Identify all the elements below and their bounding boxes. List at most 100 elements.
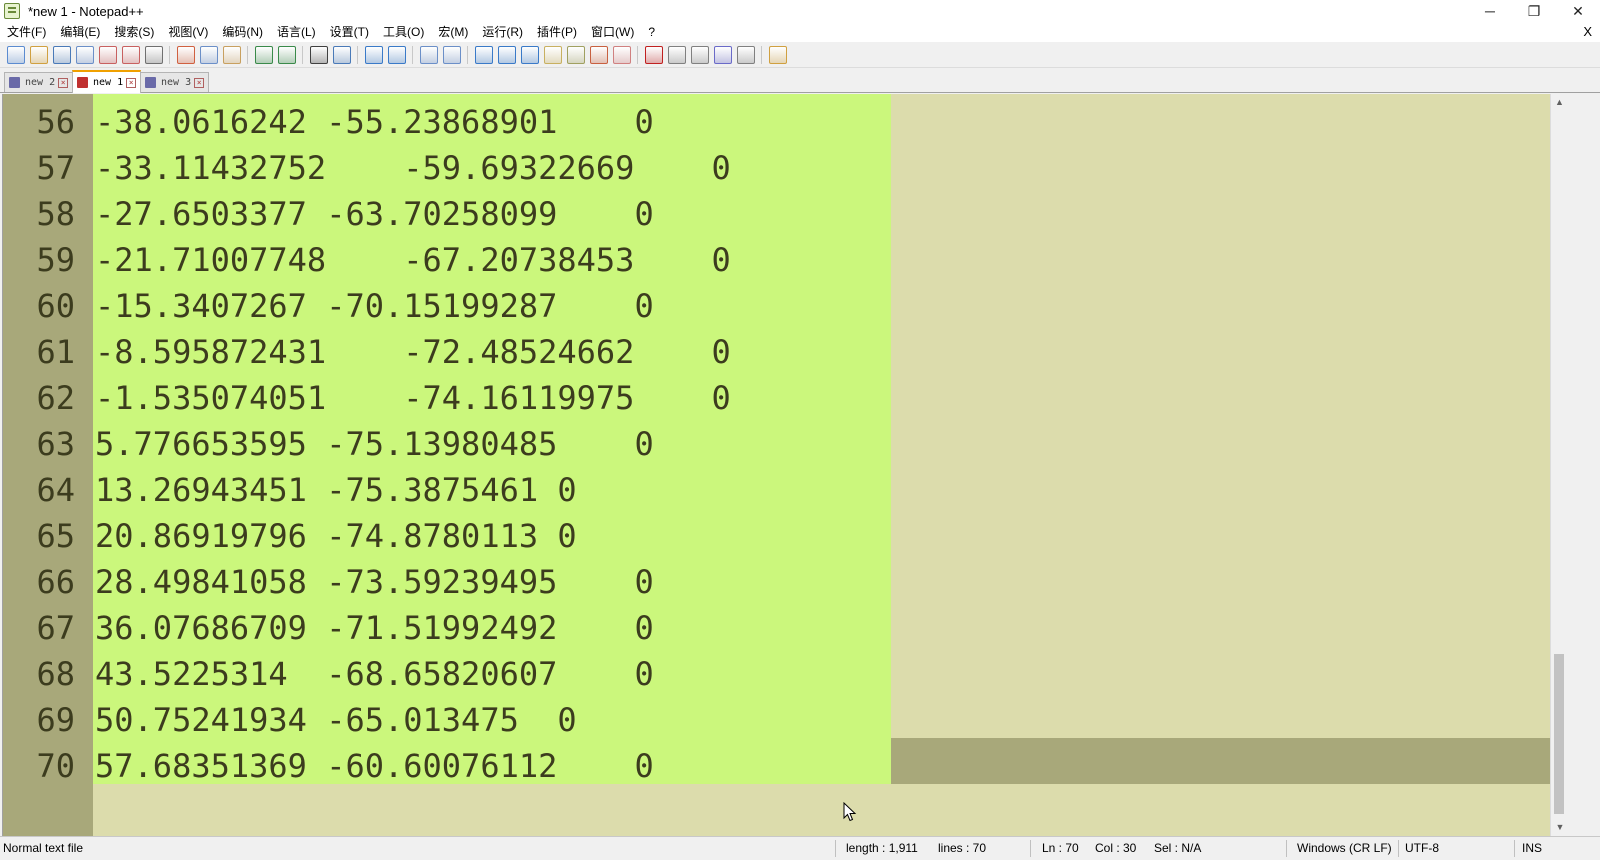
code-line[interactable]: -15.3407267 -70.15199287 0 xyxy=(95,283,731,329)
word-wrap-icon[interactable] xyxy=(474,45,493,64)
menu-file[interactable]: 文件(F) xyxy=(0,22,53,42)
function-list-icon[interactable] xyxy=(566,45,585,64)
menu-edit[interactable]: 编辑(E) xyxy=(53,22,107,42)
line-number[interactable]: 63 xyxy=(3,421,79,467)
line-number[interactable]: 67 xyxy=(3,605,79,651)
line-number[interactable]: 64 xyxy=(3,467,79,513)
code-line[interactable]: -8.595872431 -72.48524662 0 xyxy=(95,329,731,375)
vertical-scrollbar[interactable]: ▲ ▼ xyxy=(1550,94,1568,836)
minimize-button[interactable]: ─ xyxy=(1468,0,1512,22)
line-number[interactable]: 56 xyxy=(3,99,79,145)
menu-encoding[interactable]: 编码(N) xyxy=(215,22,270,42)
line-number[interactable]: 58 xyxy=(3,191,79,237)
show-all-chars-icon[interactable] xyxy=(497,45,516,64)
menu-help[interactable]: ? xyxy=(641,22,662,42)
plugin-icon[interactable] xyxy=(768,45,787,64)
macro-save-icon[interactable] xyxy=(736,45,755,64)
redo-icon[interactable] xyxy=(277,45,296,64)
scroll-down-icon[interactable]: ▼ xyxy=(1551,819,1569,836)
close-document-button[interactable]: X xyxy=(1583,22,1592,42)
line-number[interactable]: 59 xyxy=(3,237,79,283)
menu-bar: 文件(F) 编辑(E) 搜索(S) 视图(V) 编码(N) 语言(L) 设置(T… xyxy=(0,22,1600,42)
line-number[interactable]: 68 xyxy=(3,651,79,697)
code-line[interactable]: 5.776653595 -75.13980485 0 xyxy=(95,421,731,467)
open-file-icon[interactable] xyxy=(29,45,48,64)
paste-icon[interactable] xyxy=(222,45,241,64)
toolbar-separator xyxy=(637,45,638,64)
undo-icon[interactable] xyxy=(254,45,273,64)
macro-stop-icon[interactable] xyxy=(667,45,686,64)
scroll-thumb[interactable] xyxy=(1554,654,1564,814)
close-window-button[interactable]: ✕ xyxy=(1556,0,1600,22)
toolbar-separator xyxy=(467,45,468,64)
line-number[interactable]: 61 xyxy=(3,329,79,375)
save-icon[interactable] xyxy=(52,45,71,64)
tab-label: new 3 xyxy=(161,77,192,88)
print-icon[interactable] xyxy=(144,45,163,64)
document-map-icon[interactable] xyxy=(543,45,562,64)
status-eol[interactable]: Windows (CR LF) xyxy=(1297,837,1392,860)
tab-close-icon[interactable]: × xyxy=(126,77,137,88)
new-file-icon[interactable] xyxy=(6,45,25,64)
status-sel: Sel : N/A xyxy=(1154,841,1202,855)
menu-plugins[interactable]: 插件(P) xyxy=(530,22,584,42)
line-number[interactable]: 60 xyxy=(3,283,79,329)
macro-record-icon[interactable] xyxy=(644,45,663,64)
code-line[interactable]: -21.71007748 -67.20738453 0 xyxy=(95,237,731,283)
sync-horizontal-icon[interactable] xyxy=(442,45,461,64)
restore-button[interactable]: ❐ xyxy=(1512,0,1556,22)
code-line[interactable]: -1.535074051 -74.16119975 0 xyxy=(95,375,731,421)
status-divider xyxy=(1398,840,1399,857)
macro-run-multiple-icon[interactable] xyxy=(713,45,732,64)
menu-settings[interactable]: 设置(T) xyxy=(323,22,376,42)
toolbar-separator xyxy=(169,45,170,64)
cut-icon[interactable] xyxy=(176,45,195,64)
find-icon[interactable] xyxy=(309,45,328,64)
line-number[interactable]: 66 xyxy=(3,559,79,605)
scroll-up-icon[interactable]: ▲ xyxy=(1551,94,1568,111)
monitoring-icon[interactable] xyxy=(612,45,631,64)
save-all-icon[interactable] xyxy=(75,45,94,64)
sync-vertical-icon[interactable] xyxy=(419,45,438,64)
menu-run[interactable]: 运行(R) xyxy=(475,22,530,42)
tab-new-1[interactable]: new 1 × xyxy=(72,70,142,93)
code-line[interactable]: 20.86919796 -74.8780113 0 xyxy=(95,513,731,559)
replace-icon[interactable] xyxy=(332,45,351,64)
tab-new-3[interactable]: new 3 × xyxy=(140,72,210,92)
code-lines[interactable]: -38.0616242 -55.23868901 0 -33.11432752 -… xyxy=(95,99,731,789)
menu-view[interactable]: 视图(V) xyxy=(161,22,215,42)
code-line[interactable]: -33.11432752 -59.69322669 0 xyxy=(95,145,731,191)
line-number[interactable]: 69 xyxy=(3,697,79,743)
code-line[interactable]: 13.26943451 -75.3875461 0 xyxy=(95,467,731,513)
tab-close-icon[interactable]: × xyxy=(58,77,69,88)
line-number[interactable]: 65 xyxy=(3,513,79,559)
menu-window[interactable]: 窗口(W) xyxy=(584,22,641,42)
menu-tools[interactable]: 工具(O) xyxy=(376,22,431,42)
menu-search[interactable]: 搜索(S) xyxy=(107,22,161,42)
code-line[interactable]: -38.0616242 -55.23868901 0 xyxy=(95,99,731,145)
close-icon[interactable] xyxy=(98,45,117,64)
code-line[interactable]: 50.75241934 -65.013475 0 xyxy=(95,697,731,743)
folder-workspace-icon[interactable] xyxy=(589,45,608,64)
zoom-out-icon[interactable] xyxy=(387,45,406,64)
tab-close-icon[interactable]: × xyxy=(194,77,205,88)
code-line[interactable]: -27.6503377 -63.70258099 0 xyxy=(95,191,731,237)
indent-guide-icon[interactable] xyxy=(520,45,539,64)
close-all-icon[interactable] xyxy=(121,45,140,64)
copy-icon[interactable] xyxy=(199,45,218,64)
tab-new-2[interactable]: new 2 × xyxy=(4,72,74,92)
line-number[interactable]: 57 xyxy=(3,145,79,191)
tab-label: new 1 xyxy=(93,77,124,88)
code-line[interactable]: 28.49841058 -73.59239495 0 xyxy=(95,559,731,605)
menu-language[interactable]: 语言(L) xyxy=(270,22,323,42)
zoom-in-icon[interactable] xyxy=(364,45,383,64)
macro-play-icon[interactable] xyxy=(690,45,709,64)
code-line[interactable]: 36.07686709 -71.51992492 0 xyxy=(95,605,731,651)
text-area[interactable]: -38.0616242 -55.23868901 0 -33.11432752 -… xyxy=(93,94,1551,836)
line-number[interactable]: 70 xyxy=(3,743,79,789)
code-line[interactable]: 57.68351369 -60.60076112 0 xyxy=(95,743,731,789)
line-number[interactable]: 62 xyxy=(3,375,79,421)
menu-macro[interactable]: 宏(M) xyxy=(431,22,475,42)
code-line[interactable]: 43.5225314 -68.65820607 0 xyxy=(95,651,731,697)
editor[interactable]: 56 57 58 59 60 61 62 63 64 65 66 67 68 69 70 -38.06162… xyxy=(2,94,1551,836)
